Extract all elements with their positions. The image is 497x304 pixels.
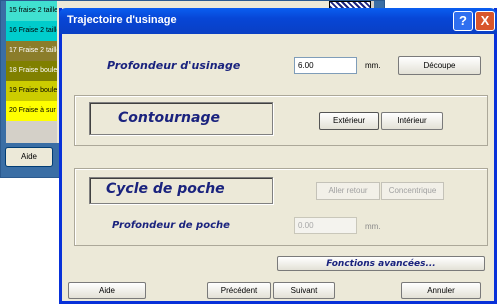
- decoupe-button[interactable]: Découpe: [398, 56, 481, 75]
- concentrique-button[interactable]: Concentrique: [381, 182, 444, 200]
- profondeur-input[interactable]: 6.00: [294, 57, 357, 74]
- profondeur-label: Profondeur d'usinage: [107, 59, 241, 72]
- profondeur-poche-label: Profondeur de poche: [112, 220, 230, 231]
- tool-list-item[interactable]: 20 Fraise à sur: [6, 101, 62, 121]
- fonctions-avancees-label: Fonctions avancées...: [326, 259, 436, 269]
- aller-retour-button[interactable]: Aller retour: [316, 182, 380, 200]
- dialog-titlebar[interactable]: Trajectoire d'usinage ? X: [59, 8, 497, 34]
- profondeur-poche-unit: mm.: [365, 222, 381, 231]
- close-button[interactable]: X: [475, 11, 495, 31]
- dialog-title: Trajectoire d'usinage: [67, 14, 177, 26]
- contournage-label: Contournage: [118, 110, 220, 126]
- tool-list-item[interactable]: 17 Fraise 2 taille: [6, 41, 62, 61]
- interieur-button[interactable]: Intérieur: [381, 112, 443, 130]
- precedent-button[interactable]: Précédent: [207, 282, 271, 299]
- help-button[interactable]: ?: [453, 11, 473, 31]
- exterieur-button[interactable]: Extérieur: [319, 112, 379, 130]
- background-aide-button[interactable]: Aide: [5, 147, 53, 167]
- aide-button[interactable]: Aide: [68, 282, 146, 299]
- annuler-button[interactable]: Annuler: [401, 282, 481, 299]
- suivant-button[interactable]: Suivant: [273, 282, 335, 299]
- cycle-poche-label: Cycle de poche: [106, 181, 225, 197]
- fonctions-avancees-button[interactable]: Fonctions avancées...: [277, 256, 485, 271]
- tool-list-item[interactable]: 16 Fraise 2 taille: [6, 21, 62, 41]
- profondeur-poche-input[interactable]: 0.00: [294, 217, 357, 234]
- tool-list-item[interactable]: 15 fraise 2 taille 0. 2.17mm: [6, 1, 62, 21]
- tool-list-item[interactable]: 19 Fraise boule: [6, 81, 62, 101]
- tool-list-item[interactable]: 18 Fraise boule: [6, 61, 62, 81]
- profondeur-unit: mm.: [365, 61, 381, 70]
